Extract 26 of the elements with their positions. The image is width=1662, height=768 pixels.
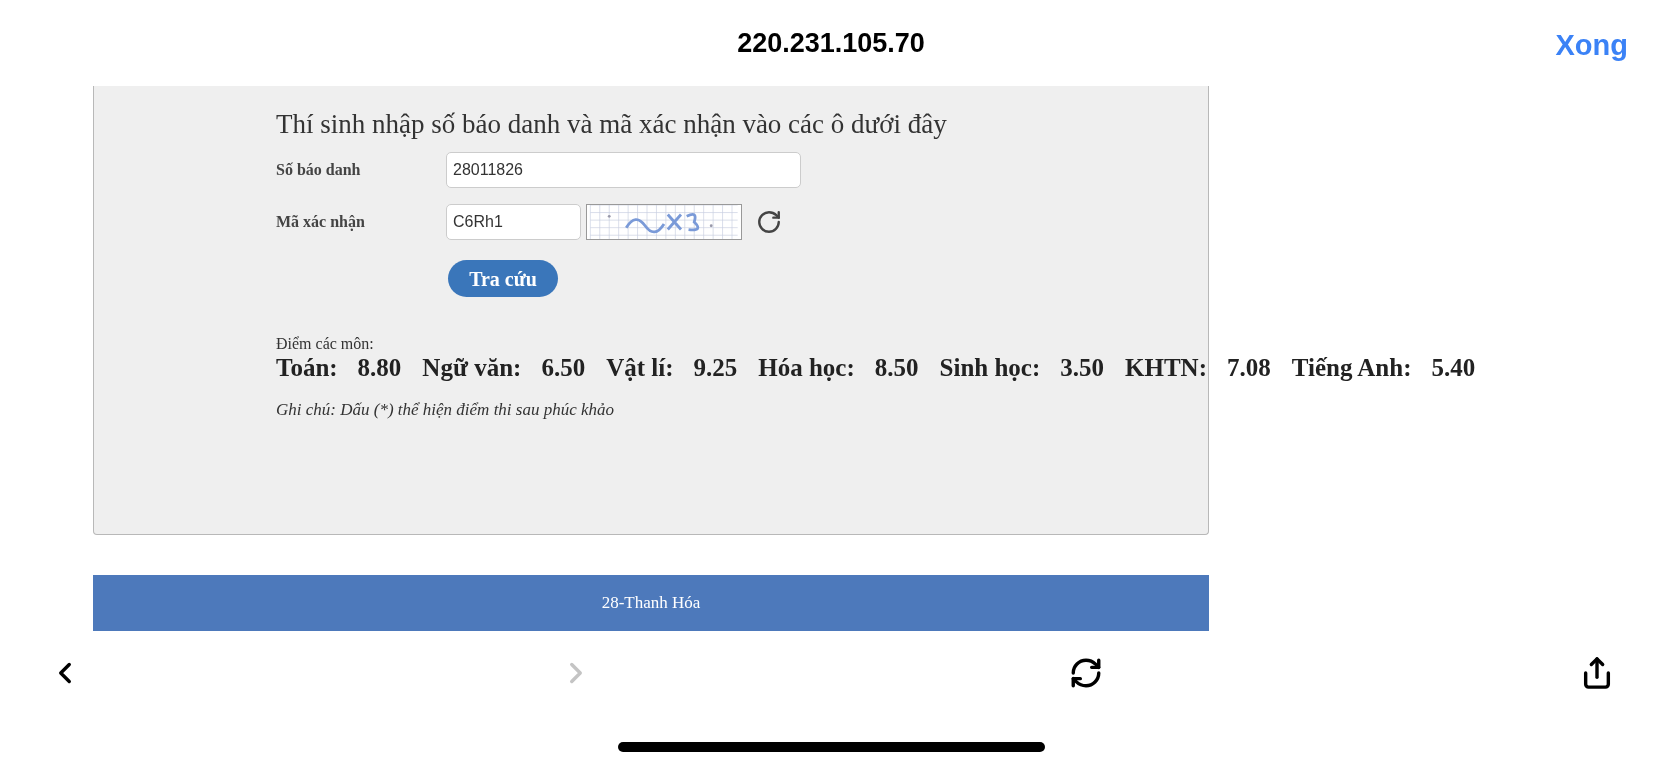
subject-score: 6.50 bbox=[541, 353, 586, 383]
form-heading: Thí sinh nhập số báo danh và mã xác nhận vào các ô dưới đây bbox=[276, 108, 948, 140]
subject-name: Sinh học: bbox=[939, 353, 1041, 383]
subject-score: 7.08 bbox=[1227, 353, 1271, 383]
subject-score: 9.25 bbox=[693, 353, 738, 383]
id-input-field[interactable]: 28011826 bbox=[446, 152, 801, 188]
field-label: Mã xác nhận bbox=[276, 212, 366, 233]
refresh-icon[interactable] bbox=[756, 209, 782, 235]
note-text: Ghi chú: Dấu (*) thể hiện điểm thi sau phúc khảo bbox=[276, 399, 616, 421]
subject-name: Hóa học: bbox=[758, 353, 855, 383]
footer-text: 28-Thanh Hóa bbox=[601, 592, 701, 615]
subject-score: 5.40 bbox=[1431, 353, 1476, 383]
subject-name: Vật lí: bbox=[606, 353, 674, 383]
subject-name: Toán: bbox=[276, 353, 338, 383]
subject-name: Ngữ văn: bbox=[422, 353, 522, 383]
scores-label: Điểm các môn: bbox=[276, 335, 375, 353]
subject-score: 8.50 bbox=[874, 353, 919, 383]
subject-score: 8.80 bbox=[357, 353, 402, 383]
subject-name: KHTN: bbox=[1125, 353, 1207, 383]
field-label: Số báo danh bbox=[276, 160, 362, 180]
lookup-button[interactable]: Tra cứu bbox=[448, 260, 558, 297]
address-title: 220.231.105.70 bbox=[737, 26, 925, 60]
subject-name: Tiếng Anh: bbox=[1291, 353, 1412, 383]
done-button[interactable]: Xong bbox=[1555, 24, 1628, 68]
subject-score: 3.50 bbox=[1060, 353, 1105, 383]
code-input-field[interactable]: C6Rh1 bbox=[446, 204, 581, 240]
